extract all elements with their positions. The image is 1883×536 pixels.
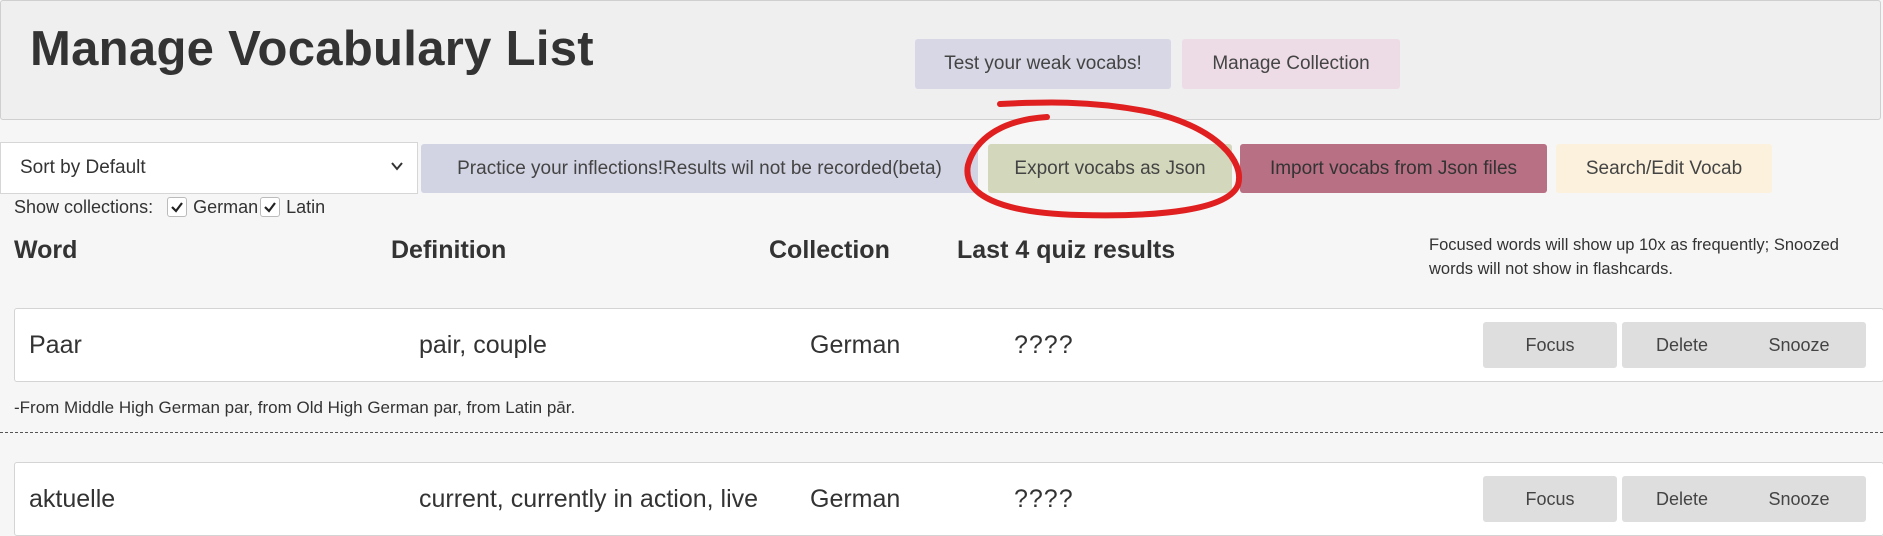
collection-filter-label: Show collections: — [14, 196, 154, 217]
practice-inflections-button[interactable]: Practice your inflections!Results wil no… — [421, 144, 978, 193]
page-header: Manage Vocabulary List Test your weak vo… — [0, 0, 1881, 120]
page-title: Manage Vocabulary List — [30, 22, 594, 76]
search-edit-vocab-button[interactable]: Search/Edit Vocab — [1556, 144, 1772, 193]
vocab-definition: pair, couple — [419, 331, 547, 359]
chevron-down-icon — [391, 162, 403, 171]
vocab-etymology: -From Middle High German par, from Old H… — [14, 398, 576, 417]
focus-button[interactable]: Focus — [1483, 476, 1617, 522]
vocab-row: aktuelle current, currently in action, l… — [14, 462, 1883, 536]
checkbox-latin[interactable] — [260, 197, 281, 217]
sort-select[interactable]: Sort by Default — [0, 142, 418, 194]
vocab-word: aktuelle — [29, 485, 116, 513]
check-icon — [171, 202, 183, 213]
sort-select-value: Sort by Default — [20, 157, 146, 178]
export-json-button[interactable]: Export vocabs as Json — [988, 144, 1232, 193]
delete-button[interactable]: Delete — [1622, 476, 1742, 522]
checkbox-german-label: German — [193, 196, 259, 217]
checkbox-german[interactable] — [167, 197, 188, 217]
vocab-row: Paar pair, couple German ???? Focus Dele… — [14, 308, 1883, 382]
snooze-button[interactable]: Snooze — [1732, 476, 1866, 522]
focus-button[interactable]: Focus — [1483, 322, 1617, 368]
vocab-quiz-results: ???? — [1014, 485, 1074, 513]
row-divider — [0, 432, 1883, 433]
import-json-button[interactable]: Import vocabs from Json files — [1240, 144, 1547, 193]
snooze-button[interactable]: Snooze — [1732, 322, 1866, 368]
focus-snooze-note: Focused words will show up 10x as freque… — [1429, 236, 1839, 278]
test-weak-vocabs-button[interactable]: Test your weak vocabs! — [915, 39, 1171, 89]
check-icon — [264, 202, 276, 213]
checkbox-latin-label: Latin — [286, 196, 326, 217]
column-header-definition: Definition — [391, 236, 507, 264]
manage-collection-button[interactable]: Manage Collection — [1182, 39, 1400, 89]
vocab-collection: German — [810, 331, 901, 359]
column-header-word: Word — [14, 236, 78, 264]
vocab-definition: current, currently in action, live — [419, 485, 759, 513]
vocab-quiz-results: ???? — [1014, 331, 1074, 359]
delete-button[interactable]: Delete — [1622, 322, 1742, 368]
column-header-quiz-results: Last 4 quiz results — [957, 236, 1176, 264]
vocab-word: Paar — [29, 331, 82, 359]
column-header-collection: Collection — [769, 236, 890, 264]
collection-filter: Show collections: German Latin — [14, 194, 327, 220]
vocab-collection: German — [810, 485, 901, 513]
